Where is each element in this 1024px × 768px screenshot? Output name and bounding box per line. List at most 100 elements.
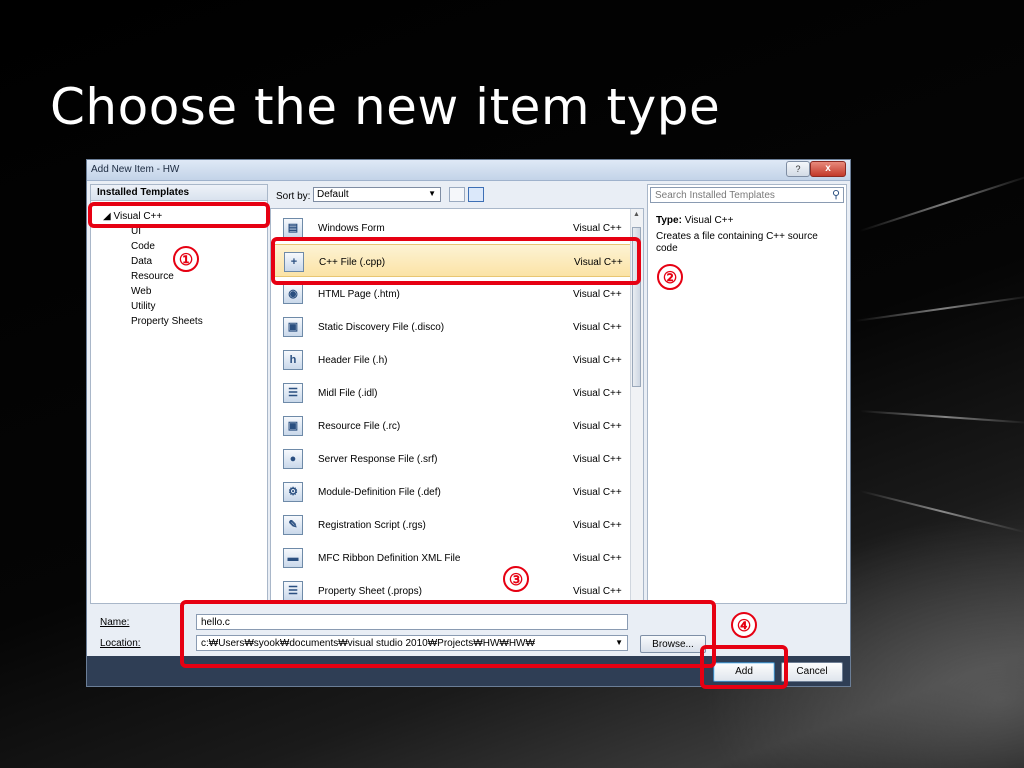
list-item[interactable]: ⚙ Module-Definition File (.def) Visual C…	[271, 475, 631, 508]
header-file-icon: h	[283, 350, 303, 370]
add-new-item-dialog: Add New Item - HW ? x Installed Template…	[86, 159, 851, 687]
add-button[interactable]: Add	[713, 662, 775, 682]
location-field[interactable]: c:₩Users₩syook₩documents₩visual studio 2…	[196, 635, 628, 651]
item-language: Visual C++	[573, 421, 622, 432]
tree-item-resource[interactable]: Resource	[131, 269, 203, 284]
tree-children: UI Code Data Resource Web Utility Proper…	[131, 224, 203, 329]
ribbon-xml-icon: ▬	[283, 548, 303, 568]
tree-item-ui[interactable]: UI	[131, 224, 203, 239]
list-item[interactable]: ▬ MFC Ribbon Definition XML File Visual …	[271, 541, 631, 574]
item-name: Header File (.h)	[318, 355, 388, 366]
item-language: Visual C++	[573, 487, 622, 498]
item-language: Visual C++	[573, 388, 622, 399]
step-marker-2: ②	[657, 264, 683, 290]
item-name: MFC Ribbon Definition XML File	[318, 553, 461, 564]
item-description: Creates a file containing C++ source cod…	[656, 231, 818, 254]
background-streak	[859, 174, 1024, 232]
browse-button[interactable]: Browse...	[640, 635, 706, 653]
search-input[interactable]: Search Installed Templates ⚲	[650, 187, 844, 203]
location-label: Location:	[100, 638, 141, 649]
type-value: Visual C++	[684, 215, 734, 226]
installed-templates-header: Installed Templates	[91, 185, 267, 201]
rgs-file-icon: ✎	[283, 515, 303, 535]
sort-select[interactable]: Default ▼	[313, 187, 441, 202]
cpp-file-icon: +	[284, 252, 304, 272]
list-item[interactable]: ◉ HTML Page (.htm) Visual C++	[271, 277, 631, 310]
disco-file-icon: ▣	[283, 317, 303, 337]
item-name: Server Response File (.srf)	[318, 454, 438, 465]
item-name: Midl File (.idl)	[318, 388, 378, 399]
item-language: Visual C++	[573, 520, 622, 531]
background-streak	[854, 294, 1024, 322]
search-icon[interactable]: ⚲	[832, 188, 840, 201]
list-item[interactable]: ● Server Response File (.srf) Visual C++	[271, 442, 631, 475]
item-name: Property Sheet (.props)	[318, 586, 422, 597]
step-marker-4: ④	[731, 612, 757, 638]
list-item[interactable]: h Header File (.h) Visual C++	[271, 343, 631, 376]
item-language: Visual C++	[573, 289, 622, 300]
list-item-selected[interactable]: + C++ File (.cpp) Visual C++	[271, 244, 631, 277]
html-page-icon: ◉	[283, 284, 303, 304]
details-view-icon[interactable]	[468, 187, 484, 202]
scroll-up-icon[interactable]: ▲	[633, 211, 640, 218]
tree-expand-icon[interactable]: ◢	[103, 211, 111, 222]
dialog-titlebar: Add New Item - HW ? x	[87, 160, 850, 181]
search-placeholder: Search Installed Templates	[655, 190, 775, 201]
item-language: Visual C++	[573, 322, 622, 333]
item-language: Visual C++	[573, 586, 622, 597]
sort-toolbar: Sort by: Default ▼	[273, 186, 643, 206]
item-name: Module-Definition File (.def)	[318, 487, 441, 498]
item-name: C++ File (.cpp)	[319, 257, 386, 268]
step-marker-3: ③	[503, 566, 529, 592]
resource-file-icon: ▣	[283, 416, 303, 436]
type-label: Type:	[656, 215, 682, 226]
item-language: Visual C++	[574, 257, 623, 268]
sort-value: Default	[317, 189, 349, 200]
item-language: Visual C++	[573, 553, 622, 564]
property-sheet-icon: ☰	[283, 581, 303, 601]
details-pane: Search Installed Templates ⚲ Type: Visua…	[647, 184, 847, 604]
def-file-icon: ⚙	[283, 482, 303, 502]
medium-icons-view-icon[interactable]	[449, 187, 465, 202]
chevron-down-icon: ▼	[428, 189, 436, 198]
list-item[interactable]: ☰ Midl File (.idl) Visual C++	[271, 376, 631, 409]
item-name: Windows Form	[318, 223, 385, 234]
item-name: Registration Script (.rgs)	[318, 520, 426, 531]
step-marker-1: ①	[173, 246, 199, 272]
item-name: HTML Page (.htm)	[318, 289, 400, 300]
cancel-button[interactable]: Cancel	[781, 662, 843, 682]
item-language: Visual C++	[573, 454, 622, 465]
srf-file-icon: ●	[283, 449, 303, 469]
item-language: Visual C++	[573, 355, 622, 366]
location-value: c:₩Users₩syook₩documents₩visual studio 2…	[201, 638, 535, 649]
tree-item-utility[interactable]: Utility	[131, 299, 203, 314]
windows-form-icon: ▤	[283, 218, 303, 238]
sort-label: Sort by:	[276, 191, 311, 202]
slide-title: Choose the new item type	[50, 78, 721, 136]
name-field[interactable]: hello.c	[196, 614, 628, 630]
dialog-footer: Add Cancel	[87, 656, 850, 686]
scrollbar-thumb[interactable]	[632, 227, 641, 387]
help-button[interactable]: ?	[786, 161, 810, 177]
tree-item-web[interactable]: Web	[131, 284, 203, 299]
dialog-title: Add New Item - HW	[91, 164, 180, 175]
list-item[interactable]: ✎ Registration Script (.rgs) Visual C++	[271, 508, 631, 541]
background-streak	[859, 410, 1024, 424]
tree-item-visual-cpp[interactable]: ◢ Visual C++	[103, 211, 162, 222]
list-item[interactable]: ▣ Static Discovery File (.disco) Visual …	[271, 310, 631, 343]
list-scrollbar[interactable]: ▲	[630, 209, 643, 603]
background-streak	[859, 490, 1024, 534]
list-item[interactable]: ☰ Property Sheet (.props) Visual C++	[271, 574, 631, 603]
list-item[interactable]: ▣ Resource File (.rc) Visual C++	[271, 409, 631, 442]
name-label: Name:	[100, 617, 130, 628]
type-line: Type: Visual C++	[656, 215, 733, 226]
close-button[interactable]: x	[810, 161, 846, 177]
item-name: Static Discovery File (.disco)	[318, 322, 445, 333]
item-language: Visual C++	[573, 223, 622, 234]
list-item[interactable]: ▤ Windows Form Visual C++	[271, 211, 631, 244]
item-name: Resource File (.rc)	[318, 421, 401, 432]
tree-item-label: Visual C++	[113, 211, 163, 222]
tree-item-property-sheets[interactable]: Property Sheets	[131, 314, 203, 329]
chevron-down-icon[interactable]: ▼	[615, 638, 623, 647]
midl-file-icon: ☰	[283, 383, 303, 403]
